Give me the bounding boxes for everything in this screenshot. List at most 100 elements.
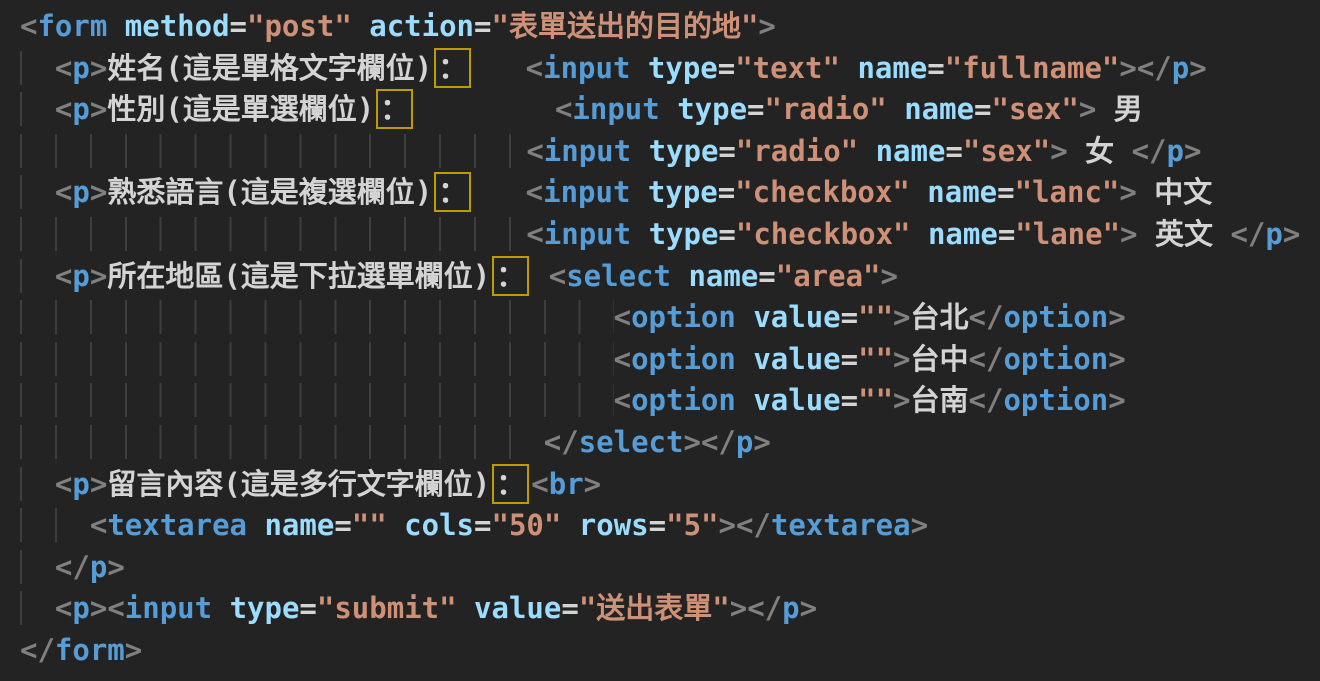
tag-name-token: input: [125, 591, 212, 625]
tag-name-token: p: [1167, 134, 1184, 168]
punctuation-token: >: [683, 425, 700, 459]
punctuation-token: <: [55, 51, 72, 85]
punctuation-token: <: [614, 342, 631, 376]
punctuation-token: >: [1283, 217, 1300, 251]
text-token: 台南: [911, 383, 969, 417]
tag-name-token: p: [736, 425, 753, 459]
punctuation-token: <: [107, 591, 124, 625]
punctuation-token: </: [747, 591, 782, 625]
text-token: [736, 383, 753, 417]
tag-name-token: select: [579, 425, 684, 459]
text-token: [630, 175, 647, 209]
tag-name-token: input: [544, 217, 631, 251]
tag-name-token: br: [549, 467, 584, 501]
indent-guides: [20, 508, 90, 542]
code-line-13: <textarea name="" cols="50" rows="5"></t…: [20, 505, 1320, 547]
string-token: "area": [776, 259, 881, 293]
text-token: [671, 259, 688, 293]
code-line-16: </form>: [20, 630, 1320, 672]
punctuation-token: </: [55, 550, 90, 584]
punctuation-token: </: [1132, 134, 1167, 168]
text-token: [387, 508, 404, 542]
code-line-5: <p>熟悉語言(這是複選欄位)： <input type="checkbox" …: [20, 172, 1320, 214]
code-line-11: </select></p>: [20, 422, 1320, 464]
indent-guides: [20, 425, 544, 459]
code-line-2: <p>姓名(這是單格文字欄位)： <input type="text" name…: [20, 48, 1320, 90]
text-token: 留言內容(這是多行文字欄位): [107, 467, 490, 501]
unicode-highlight-box: ：: [434, 48, 471, 88]
punctuation-token: >: [1108, 383, 1125, 417]
indent-guides: [20, 259, 55, 293]
punctuation-token: >: [90, 591, 107, 625]
punctuation-token: <: [55, 92, 72, 126]
string-token: "表單送出的目的地": [491, 9, 758, 43]
tag-name-token: p: [72, 259, 89, 293]
punctuation-token: >: [1108, 300, 1125, 334]
equals-token: =: [334, 508, 351, 542]
string-token: "radio": [736, 134, 858, 168]
attribute-name-token: name: [264, 508, 334, 542]
punctuation-token: >: [1119, 51, 1136, 85]
string-token: "checkbox": [735, 175, 910, 209]
punctuation-token: <: [55, 259, 72, 293]
text-token: [887, 92, 904, 126]
equals-token: =: [758, 259, 775, 293]
attribute-name-token: name: [904, 92, 974, 126]
tag-name-token: option: [631, 300, 736, 334]
punctuation-token: >: [758, 9, 775, 43]
punctuation-token: <: [20, 9, 37, 43]
tag-name-token: input: [543, 175, 630, 209]
punctuation-token: <: [526, 134, 543, 168]
code-line-9: <option value="">台中</option>: [20, 339, 1320, 381]
text-token: [840, 51, 857, 85]
string-token: "": [858, 383, 893, 417]
punctuation-token: <: [549, 259, 566, 293]
attribute-name-token: type: [230, 591, 300, 625]
tag-name-token: form: [55, 633, 125, 667]
attribute-name-token: method: [125, 9, 230, 43]
text-token: [561, 508, 578, 542]
punctuation-token: <: [55, 591, 72, 625]
punctuation-token: >: [90, 92, 107, 126]
equals-token: =: [945, 134, 962, 168]
unicode-highlight-box: ：: [376, 89, 413, 129]
equals-token: =: [718, 134, 735, 168]
string-token: "fullname": [945, 51, 1120, 85]
equals-token: =: [718, 175, 735, 209]
punctuation-token: </: [736, 508, 771, 542]
punctuation-token: <: [555, 92, 572, 126]
indent-guides: [20, 134, 526, 168]
string-token: "送出表單": [579, 591, 730, 625]
text-token: [212, 591, 229, 625]
tag-name-token: select: [566, 259, 671, 293]
attribute-name-token: name: [688, 259, 758, 293]
punctuation-token: >: [893, 300, 910, 334]
punctuation-token: >: [1119, 175, 1136, 209]
tag-name-token: option: [1003, 383, 1108, 417]
code-editor[interactable]: <form method="post" action="表單送出的目的地"> <…: [0, 0, 1320, 680]
tag-name-token: form: [37, 9, 107, 43]
indent-guides: [20, 51, 55, 85]
equals-token: =: [974, 92, 991, 126]
unicode-highlight-box: ：: [492, 256, 529, 296]
punctuation-token: </: [20, 633, 55, 667]
attribute-name-token: type: [648, 175, 718, 209]
punctuation-token: <: [526, 175, 543, 209]
text-token: 男: [1096, 92, 1142, 126]
code-line-7: <p>所在地區(這是下拉選單欄位)： <select name="area">: [20, 256, 1320, 298]
text-token: 台中: [911, 342, 969, 376]
code-line-10: <option value="">台南</option>: [20, 380, 1320, 422]
indent-guides: [20, 92, 55, 126]
attribute-name-token: value: [753, 342, 840, 376]
punctuation-token: <: [55, 175, 72, 209]
attribute-name-token: type: [648, 51, 718, 85]
string-token: "post": [247, 9, 352, 43]
punctuation-token: </: [544, 425, 579, 459]
indent-guides: [20, 342, 614, 376]
tag-name-token: p: [72, 51, 89, 85]
punctuation-token: >: [90, 259, 107, 293]
attribute-name-token: name: [857, 51, 927, 85]
text-token: 姓名(這是單格文字欄位): [107, 51, 432, 85]
punctuation-token: >: [1108, 342, 1125, 376]
punctuation-token: >: [90, 467, 107, 501]
